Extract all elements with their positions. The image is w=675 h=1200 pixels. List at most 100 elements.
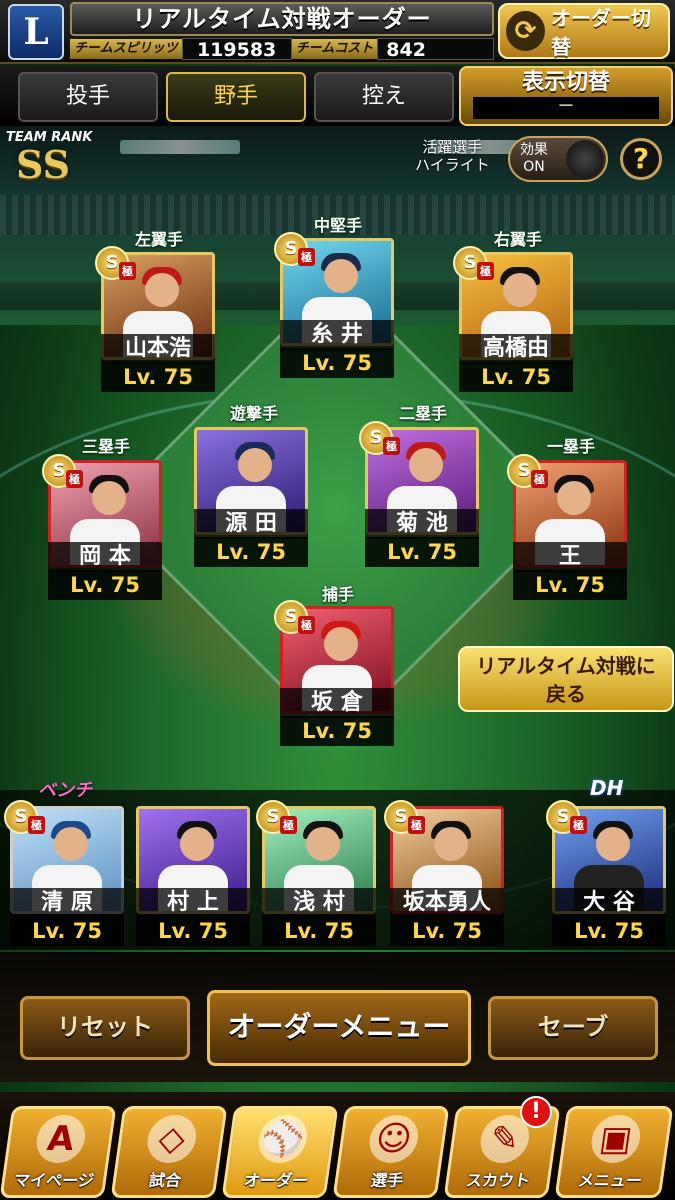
team-rank: TEAM RANK SS <box>6 130 92 185</box>
back-to-realtime-button[interactable]: リアルタイム対戦に 戻る <box>458 646 674 712</box>
effect-state: ON <box>523 159 545 175</box>
player-name: 岡 本 <box>48 542 162 572</box>
player-level: Lv. 75 <box>513 570 627 600</box>
position-label-ss: 遊撃手 <box>229 404 278 423</box>
player-name: 菊 池 <box>365 509 479 539</box>
kiwami-badge: 極 <box>298 248 315 266</box>
display-switch[interactable]: 表示切替 － <box>459 66 673 126</box>
order-icon: ⚾ <box>255 1115 311 1163</box>
stadium-icon: ◇ <box>144 1115 200 1163</box>
order-switch-label: オーダー切替 <box>551 6 651 59</box>
player-name: 王 <box>513 542 627 572</box>
player-name: 糸 井 <box>280 320 394 350</box>
player-level: Lv. 75 <box>280 716 394 746</box>
player-name: 村 上 <box>136 888 250 918</box>
kiwami-badge: 極 <box>28 816 45 834</box>
effect-label: 効果 <box>520 142 548 158</box>
player-name: 浅 村 <box>262 888 376 918</box>
nav-label: オーダー <box>242 1171 310 1190</box>
player-card-rf[interactable]: S極 高橋由 Lv. 75 <box>453 246 573 402</box>
player-card-lf[interactable]: S極 山本浩 Lv. 75 <box>95 246 215 402</box>
player-name: 高橋由 <box>459 334 573 364</box>
team-cost-value: 842 <box>377 38 494 61</box>
toggle-knob <box>566 140 604 178</box>
dh-card[interactable]: S極 大 谷 Lv. 75 <box>546 800 666 956</box>
player-level: Lv. 75 <box>48 570 162 600</box>
back-button-line1: リアルタイム対戦に <box>476 654 656 678</box>
player-level: Lv. 75 <box>194 537 308 567</box>
nav-label: マイページ <box>12 1171 96 1190</box>
player-name: 源 田 <box>194 509 308 539</box>
player-level: Lv. 75 <box>552 916 666 946</box>
highlight-label-line2: ハイライト <box>415 156 490 174</box>
dh-label: DH <box>590 776 624 800</box>
nav-label: 選手 <box>369 1171 405 1190</box>
kiwami-badge: 極 <box>477 262 494 280</box>
menu-icon: ▣ <box>588 1115 644 1163</box>
kiwami-badge: 極 <box>280 816 297 834</box>
kiwami-badge: 極 <box>408 816 425 834</box>
nav-order[interactable]: ⚾ オーダー <box>221 1106 339 1198</box>
highlight-label-line1: 活躍選手 <box>422 138 483 156</box>
kiwami-badge: 極 <box>66 470 83 488</box>
bench-card[interactable]: S極 浅 村 Lv. 75 <box>256 800 376 956</box>
reset-button[interactable]: リセット <box>20 996 190 1060</box>
player-card-cf[interactable]: S極 糸 井 Lv. 75 <box>274 232 394 388</box>
player-card-1b[interactable]: S極 王 Lv. 75 <box>507 454 627 610</box>
team-logo: L <box>8 4 64 60</box>
player-level: Lv. 75 <box>459 362 573 392</box>
nav-player[interactable]: ☺ 選手 <box>332 1106 450 1198</box>
position-label-2b: 二塁手 <box>398 404 447 423</box>
team-spirit-value: 119583 <box>181 38 292 61</box>
highlight-toggle[interactable]: 効果 ON <box>508 136 608 182</box>
player-card-ss[interactable]: 源 田 Lv. 75 <box>194 427 308 577</box>
bench-card[interactable]: 村 上 Lv. 75 <box>136 806 250 956</box>
order-screen: { "header":{"title":"リアルタイム対戦オーダー","logo… <box>0 0 675 1200</box>
player-card-3b[interactable]: S極 岡 本 Lv. 75 <box>42 454 162 610</box>
player-name: 清 原 <box>10 888 124 918</box>
order-switch-button[interactable]: ⟳ オーダー切替 <box>498 3 670 59</box>
highlight-label: 活躍選手 ハイライト <box>415 138 490 174</box>
tab-pitcher[interactable]: 投手 <box>18 72 158 122</box>
player-level: Lv. 75 <box>10 916 124 946</box>
mypage-a-icon: A <box>33 1115 89 1163</box>
player-name: 坂 倉 <box>280 688 394 718</box>
player-name: 山本浩 <box>101 334 215 364</box>
stadium-light <box>120 140 240 154</box>
team-cost-label: チームコスト <box>291 39 378 59</box>
order-menu-button[interactable]: オーダーメニュー <box>207 990 471 1066</box>
player-name: 坂本勇人 <box>390 888 504 918</box>
tab-bar: 投手 野手 控え 表示切替 － <box>0 66 675 126</box>
display-switch-label: 表示切替 <box>521 70 610 95</box>
player-card-2b[interactable]: S極 菊 池 Lv. 75 <box>359 421 479 577</box>
save-button[interactable]: セーブ <box>488 996 658 1060</box>
position-label-1b: 一塁手 <box>546 437 595 456</box>
kiwami-badge: 極 <box>531 470 548 488</box>
kiwami-badge: 極 <box>570 816 587 834</box>
help-button[interactable]: ? <box>620 138 662 180</box>
nav-game[interactable]: ◇ 試合 <box>110 1106 228 1198</box>
header-bar: L リアルタイム対戦オーダー チームスピリッツ 119583 チームコスト 84… <box>0 0 675 64</box>
kiwami-badge: 極 <box>383 437 400 455</box>
nav-label: メニュー <box>576 1171 644 1190</box>
toggle-text: 効果 ON <box>520 142 548 176</box>
team-stats: チームスピリッツ 119583 チームコスト 842 <box>70 38 494 61</box>
nav-menu[interactable]: ▣ メニュー <box>554 1106 674 1198</box>
bench-card[interactable]: S極 清 原 Lv. 75 <box>4 800 124 956</box>
team-rank-value: SS <box>16 142 71 187</box>
bench-card[interactable]: S極 坂本勇人 Lv. 75 <box>384 800 504 956</box>
nav-label: 試合 <box>147 1171 183 1190</box>
kiwami-badge: 極 <box>119 262 136 280</box>
player-level: Lv. 75 <box>262 916 376 946</box>
tab-bench[interactable]: 控え <box>314 72 454 122</box>
player-card-c[interactable]: S極 坂 倉 Lv. 75 <box>274 600 394 756</box>
team-spirit-label: チームスピリッツ <box>70 39 182 59</box>
display-switch-value: － <box>473 97 659 119</box>
notification-badge: ! <box>520 1096 552 1128</box>
page-title: リアルタイム対戦オーダー <box>70 2 494 36</box>
nav-mypage[interactable]: A マイページ <box>0 1106 117 1198</box>
kiwami-badge: 極 <box>298 616 315 634</box>
tab-fielder[interactable]: 野手 <box>166 72 306 122</box>
player-name: 大 谷 <box>552 888 666 918</box>
swap-icon: ⟳ <box>506 11 545 51</box>
